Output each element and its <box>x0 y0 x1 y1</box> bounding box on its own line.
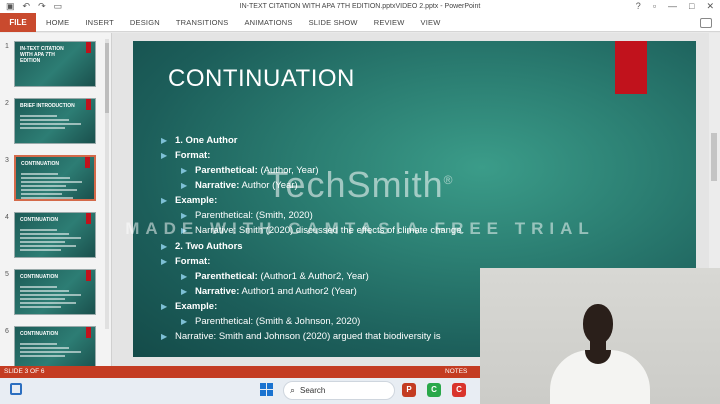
slide-bullet[interactable]: ▶ Example: <box>161 301 217 313</box>
thumbnail-preview[interactable]: BRIEF INTRODUCTION <box>14 98 96 144</box>
tab-view[interactable]: VIEW <box>421 13 441 32</box>
tab-insert[interactable]: INSERT <box>85 13 114 32</box>
tab-animations[interactable]: ANIMATIONS <box>244 13 292 32</box>
presenter-head <box>583 304 613 344</box>
search-icon: ⌕ <box>290 385 296 395</box>
thumbnail-text-lines <box>20 115 88 131</box>
help-icon[interactable]: ? <box>636 0 641 12</box>
slide-thumbnail-2[interactable]: 2 BRIEF INTRODUCTION <box>0 98 112 150</box>
ribbon-display-icon[interactable]: ▫ <box>653 0 656 12</box>
camtasia-recorder-icon[interactable]: C <box>452 383 466 397</box>
taskbar-search[interactable]: ⌕ Search <box>283 381 395 400</box>
bullet-arrow-icon: ▶ <box>161 151 168 160</box>
thumbnail-number: 2 <box>5 100 9 107</box>
bullet-label: 1. One Author <box>175 135 238 146</box>
bullet-arrow-icon: ▶ <box>181 272 188 281</box>
bullet-arrow-icon: ▶ <box>161 302 168 311</box>
slide-bullet[interactable]: ▶ Format: <box>161 150 210 162</box>
bullet-label: Format: <box>175 256 211 267</box>
thumbnail-accent <box>86 270 91 281</box>
account-icon[interactable] <box>700 18 712 28</box>
slide-bullet[interactable]: ▶ Parenthetical: (Smith & Johnson, 2020) <box>181 316 360 328</box>
tab-design[interactable]: DESIGN <box>130 13 160 32</box>
thumbnail-accent <box>86 42 91 53</box>
widgets-icon[interactable] <box>10 383 22 395</box>
bullet-label: Format: <box>175 150 211 161</box>
thumbnail-number: 5 <box>5 271 9 278</box>
bullet-arrow-icon: ▶ <box>161 136 168 145</box>
bullet-text: (Author1 & Author2, Year) <box>257 271 369 282</box>
thumbnail-accent <box>86 327 91 338</box>
thumbnail-text-lines <box>20 286 88 310</box>
thumbnail-title: CONTINUATION <box>20 274 58 280</box>
search-placeholder: Search <box>300 386 326 395</box>
thumbnail-title: IN-TEXT CITATION WITH APA 7TH EDITION <box>20 46 64 64</box>
title-bar: ▣ ↶ ↷ ▭ IN-TEXT CITATION WITH APA 7TH ED… <box>0 0 720 13</box>
slide-bullet[interactable]: ▶ 2. Two Authors <box>161 241 243 253</box>
bullet-text: Parenthetical: (Smith & Johnson, 2020) <box>195 316 361 327</box>
thumbnail-preview[interactable]: CONTINUATION <box>14 269 96 315</box>
thumbnail-number: 3 <box>5 157 9 164</box>
thumbnail-number: 6 <box>5 328 9 335</box>
bullet-label: Parenthetical: <box>195 271 258 282</box>
maximize-icon[interactable]: □ <box>689 0 694 12</box>
slide-bullet[interactable]: ▶ Narrative: Smith and Johnson (2020) arg… <box>161 331 441 343</box>
bullet-text: Narrative: Smith and Johnson (2020) argu… <box>175 331 441 342</box>
slide-title[interactable]: CONTINUATION <box>168 65 355 93</box>
file-tab[interactable]: FILE <box>0 13 36 32</box>
slide-bullet[interactable]: ▶ Narrative: Author1 and Author2 (Year) <box>181 286 357 298</box>
bullet-arrow-icon: ▶ <box>181 287 188 296</box>
techsmith-watermark: TechSmith® <box>266 164 454 205</box>
thumbnail-accent <box>86 99 91 110</box>
slide-bullet[interactable]: ▶ Parenthetical: (Author1 & Author2, Year… <box>181 271 369 283</box>
slide-bullet[interactable]: ▶ 1. One Author <box>161 135 237 147</box>
bullet-label: Example: <box>175 301 218 312</box>
thumbnail-title: CONTINUATION <box>20 331 58 337</box>
thumbnail-preview[interactable]: IN-TEXT CITATION WITH APA 7TH EDITION <box>14 41 96 87</box>
bullet-label: 2. Two Authors <box>175 241 243 252</box>
powerpoint-window: ▣ ↶ ↷ ▭ IN-TEXT CITATION WITH APA 7TH ED… <box>0 0 720 404</box>
slide-counter: SLIDE 3 OF 6 <box>4 368 45 375</box>
minimize-icon[interactable]: — <box>668 0 677 12</box>
windows-start-icon[interactable] <box>260 383 274 397</box>
camtasia-trial-watermark: MADE WITH CAMTASIA FREE TRIAL <box>125 219 595 238</box>
webcam-overlay <box>480 268 720 404</box>
notes-button[interactable]: NOTES <box>445 367 467 377</box>
slide-accent-bar <box>615 41 647 94</box>
slide-bullet[interactable]: ▶ Format: <box>161 256 210 268</box>
bullet-arrow-icon: ▶ <box>161 332 168 341</box>
window-controls: ? ▫ — □ ✕ <box>636 0 714 12</box>
thumbnail-title: BRIEF INTRODUCTION <box>20 103 75 109</box>
tab-slide-show[interactable]: SLIDE SHOW <box>309 13 358 32</box>
bullet-arrow-icon: ▶ <box>161 257 168 266</box>
slide-thumbnail-1[interactable]: 1 IN-TEXT CITATION WITH APA 7TH EDITION <box>0 41 112 93</box>
close-icon[interactable]: ✕ <box>706 0 714 12</box>
bullet-arrow-icon: ▶ <box>161 242 168 251</box>
bullet-label: Narrative: <box>195 286 240 297</box>
thumbnail-text-lines <box>20 343 88 359</box>
powerpoint-icon[interactable]: P <box>402 383 416 397</box>
camtasia-icon[interactable]: C <box>427 383 441 397</box>
tab-transitions[interactable]: TRANSITIONS <box>176 13 229 32</box>
bullet-arrow-icon: ▶ <box>181 317 188 326</box>
ribbon-tabs: HOME INSERT DESIGN TRANSITIONS ANIMATIONS SLI… <box>46 13 440 32</box>
thumbnail-number: 1 <box>5 43 9 50</box>
tab-home[interactable]: HOME <box>46 13 69 32</box>
tab-review[interactable]: REVIEW <box>374 13 405 32</box>
ribbon: FILE HOME INSERT DESIGN TRANSITIONS ANIMATIO… <box>0 13 720 32</box>
slide-thumbnail-5[interactable]: 5 CONTINUATION <box>0 269 112 321</box>
window-title: IN-TEXT CITATION WITH APA 7TH EDITION.pp… <box>239 3 481 10</box>
bullet-text: Author1 and Author2 (Year) <box>239 286 357 297</box>
